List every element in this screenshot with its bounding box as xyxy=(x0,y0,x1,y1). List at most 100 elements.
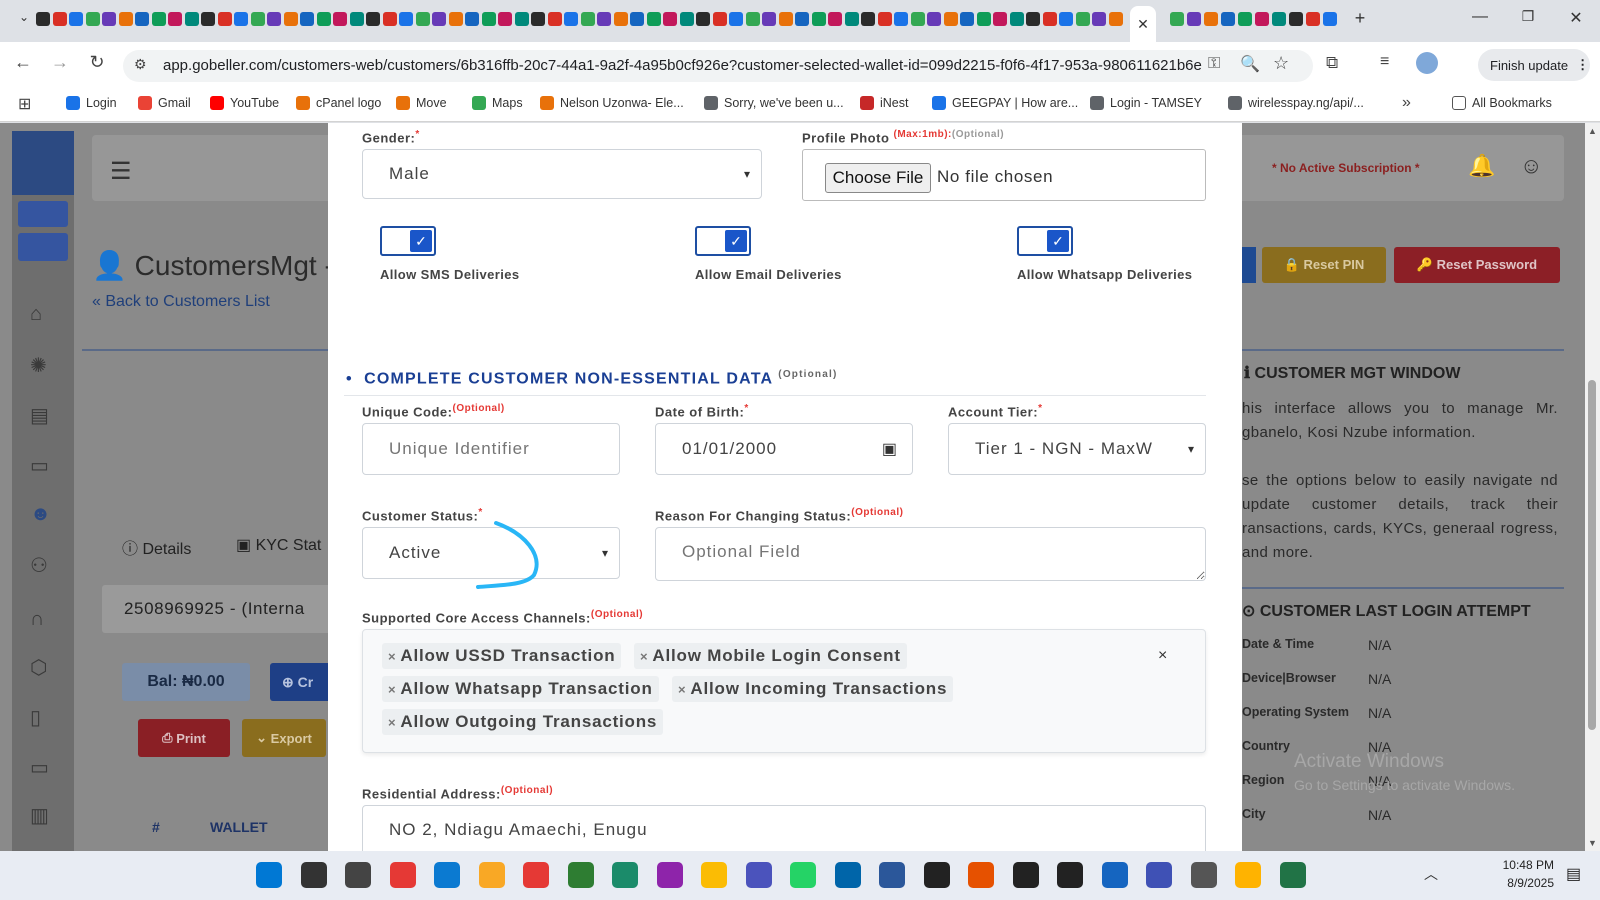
site-info-icon[interactable]: ⚙ xyxy=(134,56,147,73)
pinned-tab-favicon[interactable] xyxy=(696,12,710,26)
taskbar-app-icon[interactable] xyxy=(968,862,994,888)
pinned-tab-favicon[interactable] xyxy=(168,12,182,26)
channel-tag[interactable]: × Allow Whatsapp Transaction xyxy=(382,676,659,702)
pinned-tab-favicon[interactable] xyxy=(1272,12,1286,26)
pinned-tab-favicon[interactable] xyxy=(762,12,776,26)
bell-icon[interactable]: 🔔 xyxy=(1468,153,1495,179)
taskbar-app-icon[interactable] xyxy=(923,862,950,888)
pinned-tab-favicon[interactable] xyxy=(36,12,50,26)
pinned-tab-favicon[interactable] xyxy=(1059,12,1073,26)
reason-textarea[interactable] xyxy=(655,527,1206,581)
pinned-tab-favicon[interactable] xyxy=(316,12,331,26)
sidebar-item-card[interactable] xyxy=(18,201,68,227)
pinned-tab-favicon[interactable] xyxy=(432,12,446,26)
forward-icon[interactable]: → xyxy=(47,52,73,73)
pinned-tab-favicon[interactable] xyxy=(729,12,743,26)
bookmark-item[interactable]: cPanel logo xyxy=(296,96,381,110)
url-text[interactable]: app.gobeller.com/customers-web/customers… xyxy=(163,57,1202,74)
home-icon[interactable]: ⌂ xyxy=(30,303,42,326)
bookmark-item[interactable]: Maps xyxy=(472,96,523,110)
pinned-tab-favicon[interactable] xyxy=(1323,12,1337,26)
reset-password-button[interactable]: 🔑 Reset Password xyxy=(1394,247,1560,283)
key-icon[interactable]: ⚿ xyxy=(1208,55,1220,73)
pinned-tab-favicon[interactable] xyxy=(630,12,644,26)
taskbar-app-icon[interactable] xyxy=(478,862,505,888)
settings-icon[interactable]: ✺ xyxy=(30,353,47,378)
email-toggle[interactable]: ✓ xyxy=(695,226,751,256)
reset-pin-button[interactable]: 🔒 Reset PIN xyxy=(1262,247,1386,283)
taskbar-app-icon[interactable] xyxy=(1057,862,1083,888)
tab-kyc[interactable]: ▣ KYC Stat xyxy=(236,535,321,555)
pinned-tab-favicon[interactable] xyxy=(283,12,298,26)
pinned-tab-favicon[interactable] xyxy=(234,12,248,26)
pinned-tab-favicon[interactable] xyxy=(184,12,199,26)
pinned-tab-favicon[interactable] xyxy=(1187,12,1201,26)
taskbar-app-icon[interactable] xyxy=(389,862,416,888)
pinned-tab-favicon[interactable] xyxy=(1042,12,1057,26)
pinned-tab-favicon[interactable] xyxy=(1255,12,1269,26)
more-bookmarks-icon[interactable]: » xyxy=(1402,94,1411,112)
pinned-tab-favicon[interactable] xyxy=(1238,12,1252,26)
pinned-tab-favicon[interactable] xyxy=(448,12,463,26)
bookmark-item[interactable]: Move xyxy=(396,96,447,110)
pinned-tab-favicon[interactable] xyxy=(349,12,364,26)
taskbar-app-icon[interactable] xyxy=(1012,862,1039,888)
scroll-up-icon[interactable]: ▲ xyxy=(1588,126,1597,136)
pinned-tab-favicon[interactable] xyxy=(1289,12,1303,26)
remove-tag-icon[interactable]: × xyxy=(640,649,648,664)
gender-select[interactable]: Male ▾ xyxy=(362,149,762,199)
pinned-tab-favicon[interactable] xyxy=(778,12,793,26)
remove-tag-icon[interactable]: × xyxy=(388,649,396,664)
bookmark-item[interactable]: wirelesspay.ng/api/... xyxy=(1228,96,1364,110)
pinned-tab-favicon[interactable] xyxy=(646,12,661,26)
back-icon[interactable]: ← xyxy=(10,52,36,73)
taskbar-app-icon[interactable] xyxy=(1235,862,1261,888)
pinned-tab-favicon[interactable] xyxy=(1170,12,1184,26)
zoom-icon[interactable]: 🔍 xyxy=(1240,54,1260,74)
active-tab[interactable]: ✕ xyxy=(1130,6,1156,42)
bookmark-star-icon[interactable]: ☆ xyxy=(1273,53,1289,74)
unique-code-input[interactable] xyxy=(362,423,620,475)
channel-tag[interactable]: × Allow USSD Transaction xyxy=(382,643,622,669)
pinned-tab-favicon[interactable] xyxy=(201,12,215,26)
reload-icon[interactable]: ↻ xyxy=(84,52,110,73)
media-icon[interactable]: ≡ xyxy=(1380,53,1389,71)
pinned-tab-favicon[interactable] xyxy=(613,12,628,26)
pinned-tab-favicon[interactable] xyxy=(151,12,166,26)
bin-icon[interactable]: ▥ xyxy=(30,803,49,828)
clock-time[interactable]: 10:48 PM xyxy=(1484,858,1554,872)
pinned-tab-favicon[interactable] xyxy=(745,12,760,26)
export-button[interactable]: ⌄ Export xyxy=(242,719,326,757)
taskbar-app-icon[interactable] xyxy=(745,862,772,888)
bookmark-item[interactable]: Gmail xyxy=(138,96,191,110)
remove-tag-icon[interactable]: × xyxy=(678,682,686,697)
pinned-tab-favicon[interactable] xyxy=(481,12,496,26)
card-icon[interactable]: ▭ xyxy=(30,453,49,478)
all-bookmarks[interactable]: All Bookmarks xyxy=(1452,96,1552,110)
pinned-tab-favicon[interactable] xyxy=(52,12,67,26)
pinned-tab-favicon[interactable] xyxy=(663,12,677,26)
bookmark-item[interactable]: Nelson Uzonwa- Ele... xyxy=(540,96,684,110)
pinned-tab-favicon[interactable] xyxy=(267,12,281,26)
channel-tag[interactable]: × Allow Incoming Transactions xyxy=(672,676,954,702)
taskbar-app-icon[interactable] xyxy=(1190,862,1217,888)
sms-toggle[interactable]: ✓ xyxy=(380,226,436,256)
user-menu-icon[interactable]: ☺ xyxy=(1520,153,1542,179)
pinned-tab-favicon[interactable] xyxy=(135,12,149,26)
taskbar-app-icon[interactable] xyxy=(1101,862,1128,888)
pinned-tab-favicon[interactable] xyxy=(399,12,413,26)
tab-details[interactable]: ⓘ Details xyxy=(122,535,191,559)
pinned-tab-favicon[interactable] xyxy=(1204,12,1218,26)
bookmark-item[interactable]: YouTube xyxy=(210,96,279,110)
pinned-tab-favicon[interactable] xyxy=(1108,12,1123,26)
pinned-tab-favicon[interactable] xyxy=(564,12,578,26)
pinned-tab-favicon[interactable] xyxy=(976,12,991,26)
bookmark-item[interactable]: Sorry, we've been u... xyxy=(704,96,844,110)
taskbar-app-icon[interactable] xyxy=(300,862,327,888)
pinned-tab-favicon[interactable] xyxy=(795,12,809,26)
pinned-tab-favicon[interactable] xyxy=(811,12,826,26)
pinned-tab-favicon[interactable] xyxy=(580,12,595,26)
pinned-tab-favicon[interactable] xyxy=(927,12,941,26)
minimize-icon[interactable]: — xyxy=(1460,8,1500,26)
pinned-tab-favicon[interactable] xyxy=(910,12,925,26)
